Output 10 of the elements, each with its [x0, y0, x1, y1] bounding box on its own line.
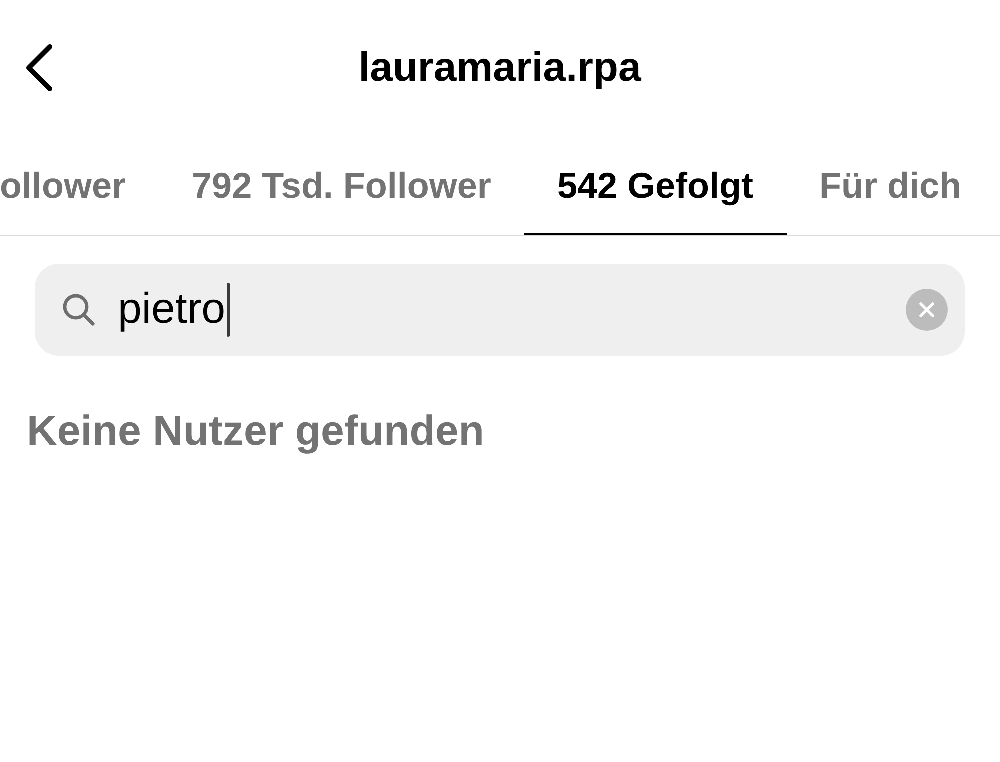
search-field[interactable]: pietro: [35, 264, 965, 356]
chevron-left-icon[interactable]: [24, 44, 54, 92]
no-results-message: Keine Nutzer gefunden: [27, 406, 486, 456]
profile-username-title: lauramaria.rpa: [358, 43, 642, 92]
tab[interactable]: ollower: [0, 136, 160, 235]
tab[interactable]: Für dich: [786, 136, 995, 235]
close-icon: [919, 302, 935, 318]
tab[interactable]: 792 Tsd. Follower: [159, 136, 524, 235]
search-icon: [62, 293, 96, 327]
tab[interactable]: 542 Gefolgt: [524, 136, 787, 235]
